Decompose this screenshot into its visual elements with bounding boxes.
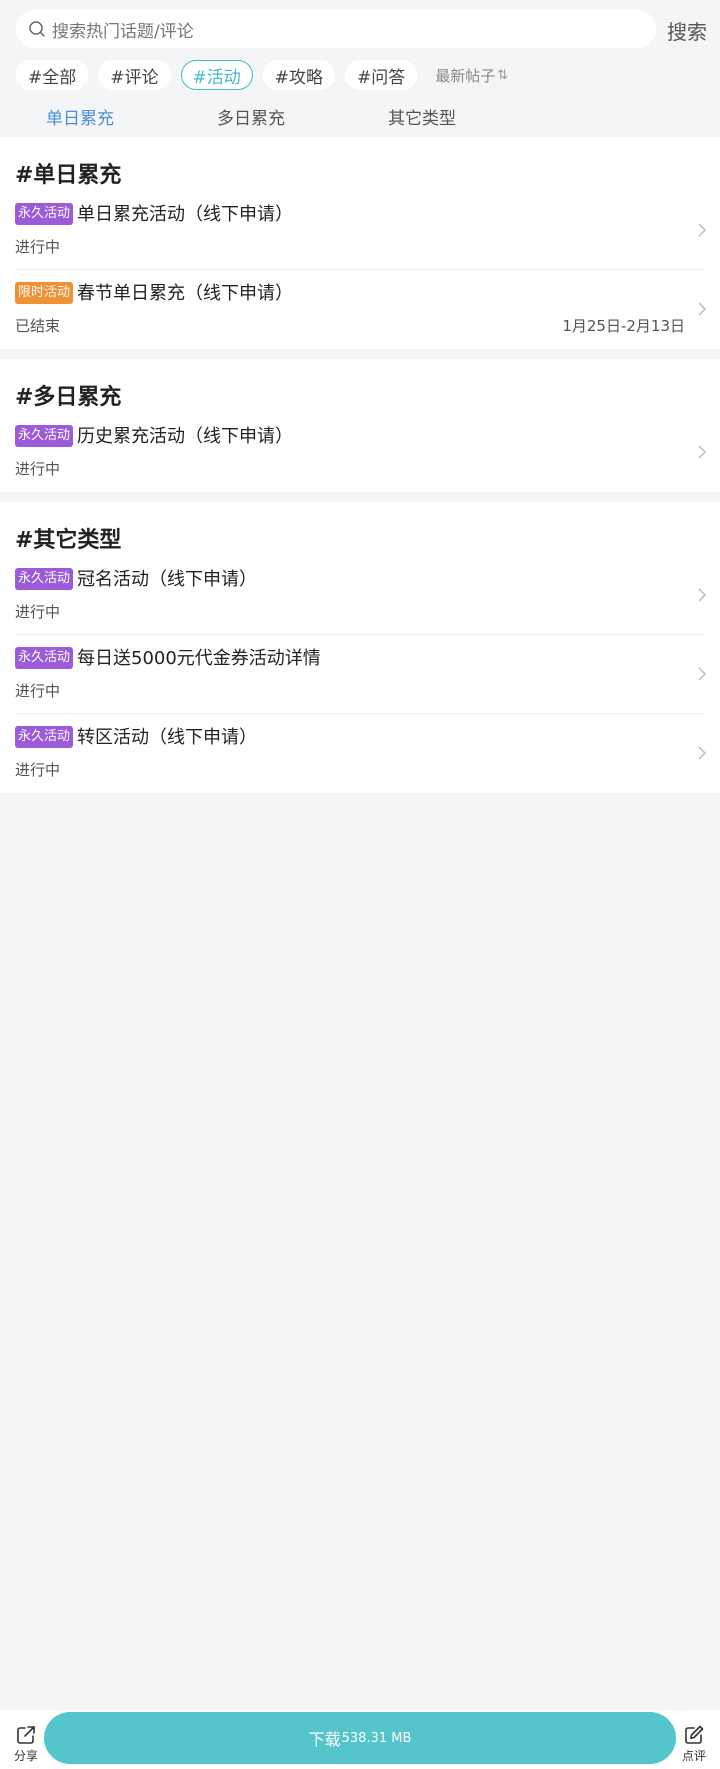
share-icon [17, 1726, 35, 1744]
item-status: 进行中 [15, 682, 61, 700]
list-item[interactable]: 永久活动 转区活动（线下申请） 进行中 [0, 714, 720, 793]
section-title: #多日累充 [15, 385, 122, 410]
search-button[interactable]: 搜索 [667, 16, 707, 45]
page: 搜索热门话题/评论 搜索 #全部 #评论 #活动 #攻略 #问答 最新帖子 ⇅ … [0, 0, 720, 1769]
sort-dropdown[interactable]: 最新帖子 ⇅ [435, 65, 508, 86]
tab-multi-day[interactable]: 多日累充 [217, 104, 285, 129]
chip-all[interactable]: #全部 [16, 60, 89, 90]
list-item[interactable]: 永久活动 单日累充活动（线下申请） 进行中 [0, 191, 720, 270]
item-status: 进行中 [15, 238, 61, 256]
download-label: 下载 [308, 1730, 341, 1749]
tag-badge: 永久活动 [15, 203, 74, 225]
sub-tabs: 单日累充 多日累充 其它类型 [0, 104, 720, 130]
tag-badge: 永久活动 [15, 726, 74, 748]
search-input[interactable]: 搜索热门话题/评论 [16, 10, 656, 48]
bottom-bar: 分享 下载 538.31 MB 点评 [0, 1710, 720, 1769]
download-size: 538.31 MB [341, 1730, 412, 1746]
edit-icon [685, 1725, 704, 1744]
list-item[interactable]: 永久活动 历史累充活动（线下申请） 进行中 [0, 413, 720, 492]
tab-single-day[interactable]: 单日累充 [46, 104, 114, 129]
list-item[interactable]: 永久活动 冠名活动（线下申请） 进行中 [0, 556, 720, 635]
item-status: 进行中 [15, 761, 61, 779]
list-item[interactable]: 永久活动 每日送5000元代金券活动详情 进行中 [0, 635, 720, 714]
item-status: 进行中 [15, 603, 61, 621]
item-title: 单日累充活动（线下申请） [77, 204, 293, 225]
chip-activity[interactable]: #活动 [180, 60, 253, 90]
chevron-right-icon [698, 588, 707, 602]
chip-qa[interactable]: #问答 [345, 60, 418, 90]
share-button[interactable]: 分享 [6, 1724, 46, 1764]
list-item[interactable]: 限时活动 春节单日累充（线下申请） 已结束 1月25日-2月13日 [0, 270, 720, 349]
section-title: #其它类型 [15, 528, 122, 553]
section-other: #其它类型 永久活动 冠名活动（线下申请） 进行中 永久活动 每日送5000元代… [0, 502, 720, 793]
tag-badge: 永久活动 [15, 647, 74, 669]
item-status: 进行中 [15, 460, 61, 478]
item-title: 春节单日累充（线下申请） [77, 283, 293, 304]
section-single-day: #单日累充 永久活动 单日累充活动（线下申请） 进行中 限时活动 春节单日累充（… [0, 137, 720, 349]
review-button[interactable]: 点评 [674, 1724, 714, 1764]
tag-badge: 永久活动 [15, 568, 74, 590]
item-title: 每日送5000元代金券活动详情 [77, 648, 321, 669]
search-row: 搜索热门话题/评论 搜索 [16, 10, 720, 48]
item-title: 转区活动（线下申请） [77, 727, 257, 748]
chip-comment[interactable]: #评论 [98, 60, 171, 90]
sort-label: 最新帖子 [435, 66, 496, 85]
download-button[interactable]: 下载 538.31 MB [44, 1712, 676, 1764]
chevron-right-icon [698, 667, 707, 681]
tag-badge: 永久活动 [15, 425, 74, 447]
section-title: #单日累充 [15, 163, 122, 188]
search-icon [29, 21, 45, 37]
chevron-right-icon [698, 223, 707, 237]
search-placeholder: 搜索热门话题/评论 [52, 21, 194, 42]
share-label: 分享 [13, 1749, 38, 1763]
item-title: 历史累充活动（线下申请） [77, 426, 293, 447]
tag-badge: 限时活动 [15, 282, 74, 304]
chevron-right-icon [698, 746, 707, 760]
review-label: 点评 [681, 1749, 706, 1763]
topic-chips: #全部 #评论 #活动 #攻略 #问答 最新帖子 ⇅ [16, 59, 508, 91]
chevron-right-icon [698, 445, 707, 459]
item-status: 已结束 [15, 317, 61, 335]
chevron-right-icon [698, 302, 707, 316]
item-date: 1月25日-2月13日 [562, 317, 685, 335]
tab-other[interactable]: 其它类型 [388, 104, 456, 129]
chip-guide[interactable]: #攻略 [262, 60, 335, 90]
sort-icon: ⇅ [497, 67, 509, 83]
item-title: 冠名活动（线下申请） [77, 569, 257, 590]
section-multi-day: #多日累充 永久活动 历史累充活动（线下申请） 进行中 [0, 359, 720, 492]
